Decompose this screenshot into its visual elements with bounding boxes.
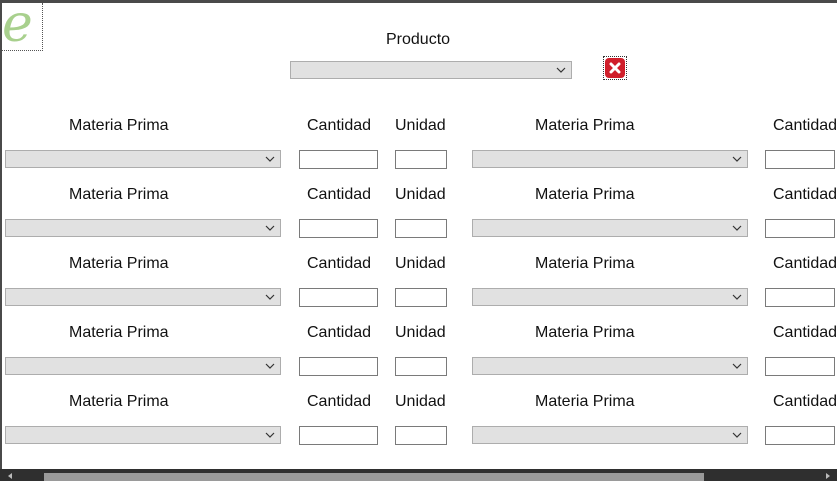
cantidad-input-right[interactable] <box>765 426 835 445</box>
cantidad-input-left[interactable] <box>299 357 378 376</box>
horizontal-scrollbar-thumb[interactable] <box>44 473 704 481</box>
materia-prima-label-left: Materia Prima <box>69 255 169 272</box>
unidad-input[interactable] <box>395 357 447 376</box>
unidad-label: Unidad <box>395 324 446 341</box>
chevron-down-icon <box>265 363 275 369</box>
materia-prima-select-right[interactable] <box>472 288 748 306</box>
materia-prima-label-right: Materia Prima <box>535 324 635 341</box>
cantidad-label-right: Cantidad <box>773 324 837 341</box>
close-button[interactable] <box>603 56 627 80</box>
scroll-left-icon[interactable] <box>6 472 14 480</box>
materia-prima-select-right[interactable] <box>472 357 748 375</box>
product-label: Producto <box>386 31 451 48</box>
materia-prima-select-left[interactable] <box>5 357 281 375</box>
unidad-input[interactable] <box>395 426 447 445</box>
cantidad-label-left: Cantidad <box>307 117 372 134</box>
unidad-input[interactable] <box>395 219 447 238</box>
unidad-label: Unidad <box>395 255 446 272</box>
materia-prima-select-right[interactable] <box>472 150 748 168</box>
chevron-down-icon <box>265 156 275 162</box>
chevron-down-icon <box>732 363 742 369</box>
unidad-label: Unidad <box>395 117 446 134</box>
chevron-down-icon <box>732 432 742 438</box>
cantidad-input-right[interactable] <box>765 357 835 376</box>
cantidad-input-left[interactable] <box>299 288 378 307</box>
cantidad-label-left: Cantidad <box>307 324 372 341</box>
materia-prima-label-right: Materia Prima <box>535 255 635 272</box>
materia-prima-select-left[interactable] <box>5 219 281 237</box>
materia-prima-select-left[interactable] <box>5 288 281 306</box>
materia-prima-label-right: Materia Prima <box>535 393 635 410</box>
unidad-input[interactable] <box>395 288 447 307</box>
unidad-label: Unidad <box>395 393 446 410</box>
materia-prima-label-left: Materia Prima <box>69 393 169 410</box>
cantidad-label-left: Cantidad <box>307 186 372 203</box>
app-logo-icon: e <box>2 0 33 54</box>
cantidad-label-right: Cantidad <box>773 186 837 203</box>
cantidad-input-left[interactable] <box>299 150 378 169</box>
cantidad-input-right[interactable] <box>765 288 835 307</box>
chevron-down-icon <box>732 294 742 300</box>
cantidad-label-right: Cantidad <box>773 255 837 272</box>
chevron-down-icon <box>556 67 566 73</box>
unidad-label: Unidad <box>395 186 446 203</box>
cantidad-label-right: Cantidad <box>773 393 837 410</box>
cantidad-input-right[interactable] <box>765 219 835 238</box>
cantidad-input-left[interactable] <box>299 426 378 445</box>
materia-prima-label-right: Materia Prima <box>535 186 635 203</box>
product-select[interactable] <box>290 61 572 79</box>
cantidad-input-left[interactable] <box>299 219 378 238</box>
materia-prima-select-right[interactable] <box>472 426 748 444</box>
materia-prima-select-left[interactable] <box>5 426 281 444</box>
cantidad-label-right: Cantidad <box>773 117 837 134</box>
cantidad-label-left: Cantidad <box>307 255 372 272</box>
materia-prima-label-right: Materia Prima <box>535 117 635 134</box>
chevron-down-icon <box>732 225 742 231</box>
app-logo: e <box>2 0 43 54</box>
cantidad-input-right[interactable] <box>765 150 835 169</box>
materia-prima-label-left: Materia Prima <box>69 117 169 134</box>
materia-prima-select-left[interactable] <box>5 150 281 168</box>
scroll-right-icon[interactable] <box>824 472 832 480</box>
chevron-down-icon <box>732 156 742 162</box>
materia-prima-select-right[interactable] <box>472 219 748 237</box>
chevron-down-icon <box>265 225 275 231</box>
chevron-down-icon <box>265 294 275 300</box>
unidad-input[interactable] <box>395 150 447 169</box>
materia-prima-label-left: Materia Prima <box>69 324 169 341</box>
chevron-down-icon <box>265 432 275 438</box>
close-icon <box>605 58 625 78</box>
materia-prima-label-left: Materia Prima <box>69 186 169 203</box>
cantidad-label-left: Cantidad <box>307 393 372 410</box>
